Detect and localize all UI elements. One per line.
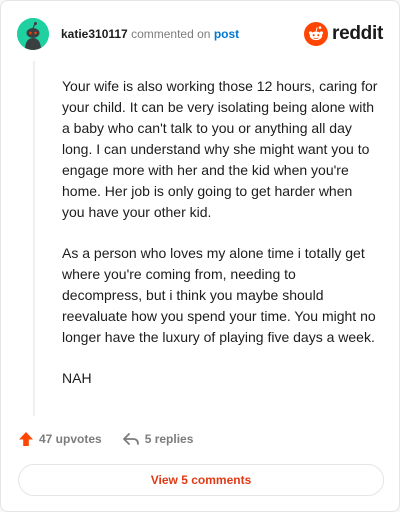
comment-header: katie310117 commented on post reddit xyxy=(17,16,383,52)
upvote-button[interactable]: 47 upvotes xyxy=(18,431,102,447)
reddit-wordmark: reddit xyxy=(332,23,383,44)
comment-card: katie310117 commented on post reddit You… xyxy=(0,0,400,512)
upvote-count: 47 upvotes xyxy=(39,432,102,446)
view-comments-button[interactable]: View 5 comments xyxy=(18,464,384,496)
comment-paragraph: As a person who loves my alone time i to… xyxy=(62,245,376,345)
author-username[interactable]: katie310117 xyxy=(61,27,128,41)
reddit-brand[interactable]: reddit xyxy=(304,22,383,46)
replies-button[interactable]: 5 replies xyxy=(122,431,194,447)
commented-on-text: commented on xyxy=(131,27,211,41)
user-avatar[interactable] xyxy=(17,18,49,50)
upvote-arrow-icon xyxy=(19,432,33,446)
comment-paragraph: Your wife is also working those 12 hours… xyxy=(62,78,378,220)
comment-body: Your wife is also working those 12 hours… xyxy=(62,76,378,409)
reddit-logo-icon xyxy=(304,22,329,46)
comment-actions: 47 upvotes 5 replies xyxy=(18,429,193,449)
comment-paragraph: NAH xyxy=(62,370,92,386)
thread-line xyxy=(33,61,35,416)
reply-count: 5 replies xyxy=(144,432,194,446)
post-link[interactable]: post xyxy=(214,27,239,41)
comment-meta: katie310117 commented on post xyxy=(61,26,239,42)
reply-arrow-icon xyxy=(122,433,139,445)
snoo-avatar-icon xyxy=(17,18,49,50)
